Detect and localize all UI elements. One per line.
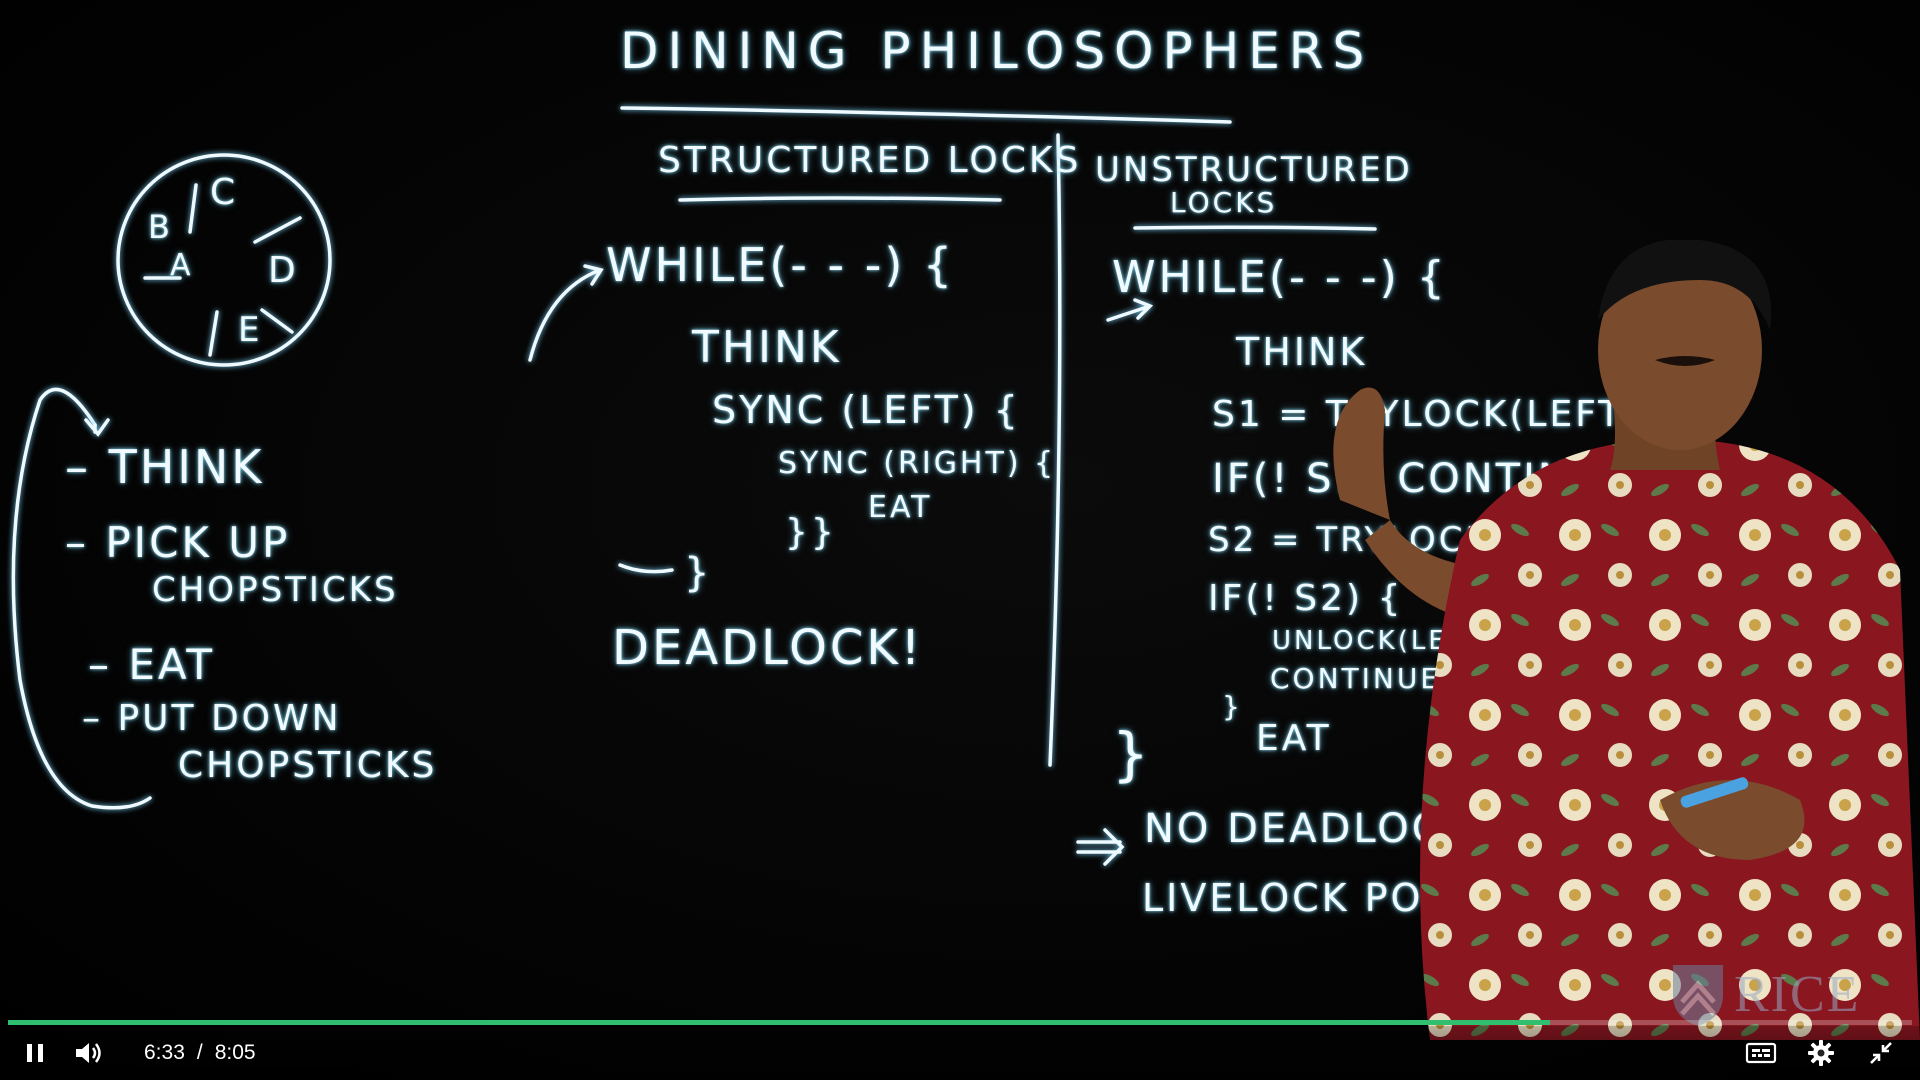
- structured-close-inner: }}: [785, 512, 837, 553]
- structured-heading: STRUCTURED LOCKS: [658, 140, 1082, 181]
- exit-fullscreen-icon: [1870, 1042, 1892, 1064]
- volume-button[interactable]: [64, 1028, 114, 1078]
- unstructured-underline: [1133, 225, 1377, 231]
- step-pickup-chopsticks: CHOPSTICKS: [152, 570, 399, 610]
- rice-watermark: RICE: [1668, 960, 1860, 1028]
- unstructured-heading-line2: LOCKS: [1170, 186, 1278, 219]
- philosopher-label-b: B: [148, 208, 173, 246]
- current-time: 6:33: [144, 1041, 185, 1064]
- step-pickup: – PICK UP: [65, 518, 291, 567]
- chopstick-5: [260, 308, 294, 334]
- chopstick-4: [208, 310, 219, 357]
- structured-result: DEADLOCK!: [612, 620, 924, 676]
- rice-wordmark: RICE: [1734, 965, 1861, 1023]
- settings-button[interactable]: [1796, 1028, 1846, 1078]
- progress-bar[interactable]: [8, 1020, 1912, 1025]
- step-think: – THINK: [65, 440, 265, 494]
- philosopher-label-e: E: [238, 310, 263, 350]
- time-separator: /: [196, 1041, 203, 1064]
- structured-loop-tail: [618, 563, 674, 574]
- philosopher-label-c: C: [210, 172, 239, 213]
- volume-icon: [76, 1043, 101, 1063]
- rice-shield-icon: [1673, 965, 1723, 1026]
- structured-loop-arrow: [528, 264, 604, 362]
- structured-eat: EAT: [868, 490, 933, 525]
- structured-sync-right: SYNC (RIGHT) {: [778, 446, 1057, 481]
- captions-button[interactable]: [1736, 1028, 1786, 1078]
- captions-icon: [1745, 1042, 1777, 1064]
- pause-button[interactable]: [10, 1028, 60, 1078]
- step-think-text: THINK: [108, 440, 265, 494]
- chopstick-1: [188, 183, 198, 234]
- structured-close-outer: }: [684, 550, 713, 596]
- step-pickup-text: PICK UP: [105, 518, 291, 567]
- step-putdown-text: PUT DOWN: [117, 698, 342, 739]
- step-eat: – EAT: [88, 640, 216, 689]
- unstructured-close-inner: }: [1222, 690, 1243, 723]
- time-display: 6:33 / 8:05: [144, 1041, 256, 1065]
- player-controls: 6:33 / 8:05: [0, 1026, 1920, 1080]
- chopstick-2: [253, 216, 302, 244]
- presenter-image: [1333, 240, 1920, 1040]
- board-title: DINING PHILOSOPHERS: [620, 22, 1374, 80]
- gear-icon: [1808, 1040, 1834, 1066]
- philosopher-label-a: A: [170, 248, 194, 283]
- result-arrow: [1076, 828, 1125, 866]
- pause-icon: [27, 1044, 43, 1062]
- video-frame[interactable]: DINING PHILOSOPHERS A B C D E – THINK – …: [0, 0, 1920, 1080]
- exit-fullscreen-button[interactable]: [1856, 1028, 1906, 1078]
- step-putdown-chopsticks: CHOPSTICKS: [178, 745, 438, 786]
- progress-played: [8, 1020, 1551, 1025]
- cycle-arrow-head: [84, 418, 110, 437]
- philosopher-label-d: D: [268, 250, 299, 291]
- unstructured-close-outer: }: [1112, 720, 1152, 788]
- title-underline: [620, 106, 1232, 124]
- structured-sync-left: SYNC (LEFT) {: [712, 388, 1021, 432]
- structured-think: THINK: [692, 322, 842, 373]
- step-eat-text: EAT: [128, 640, 216, 689]
- duration: 8:05: [214, 1041, 256, 1064]
- unstructured-loop-arrow: [1106, 298, 1154, 322]
- structured-underline: [678, 196, 1002, 202]
- step-putdown: – PUT DOWN: [82, 698, 342, 739]
- unstructured-heading-line1: UNSTRUCTURED: [1095, 150, 1413, 190]
- structured-while: WHILE(- - -) {: [606, 238, 956, 292]
